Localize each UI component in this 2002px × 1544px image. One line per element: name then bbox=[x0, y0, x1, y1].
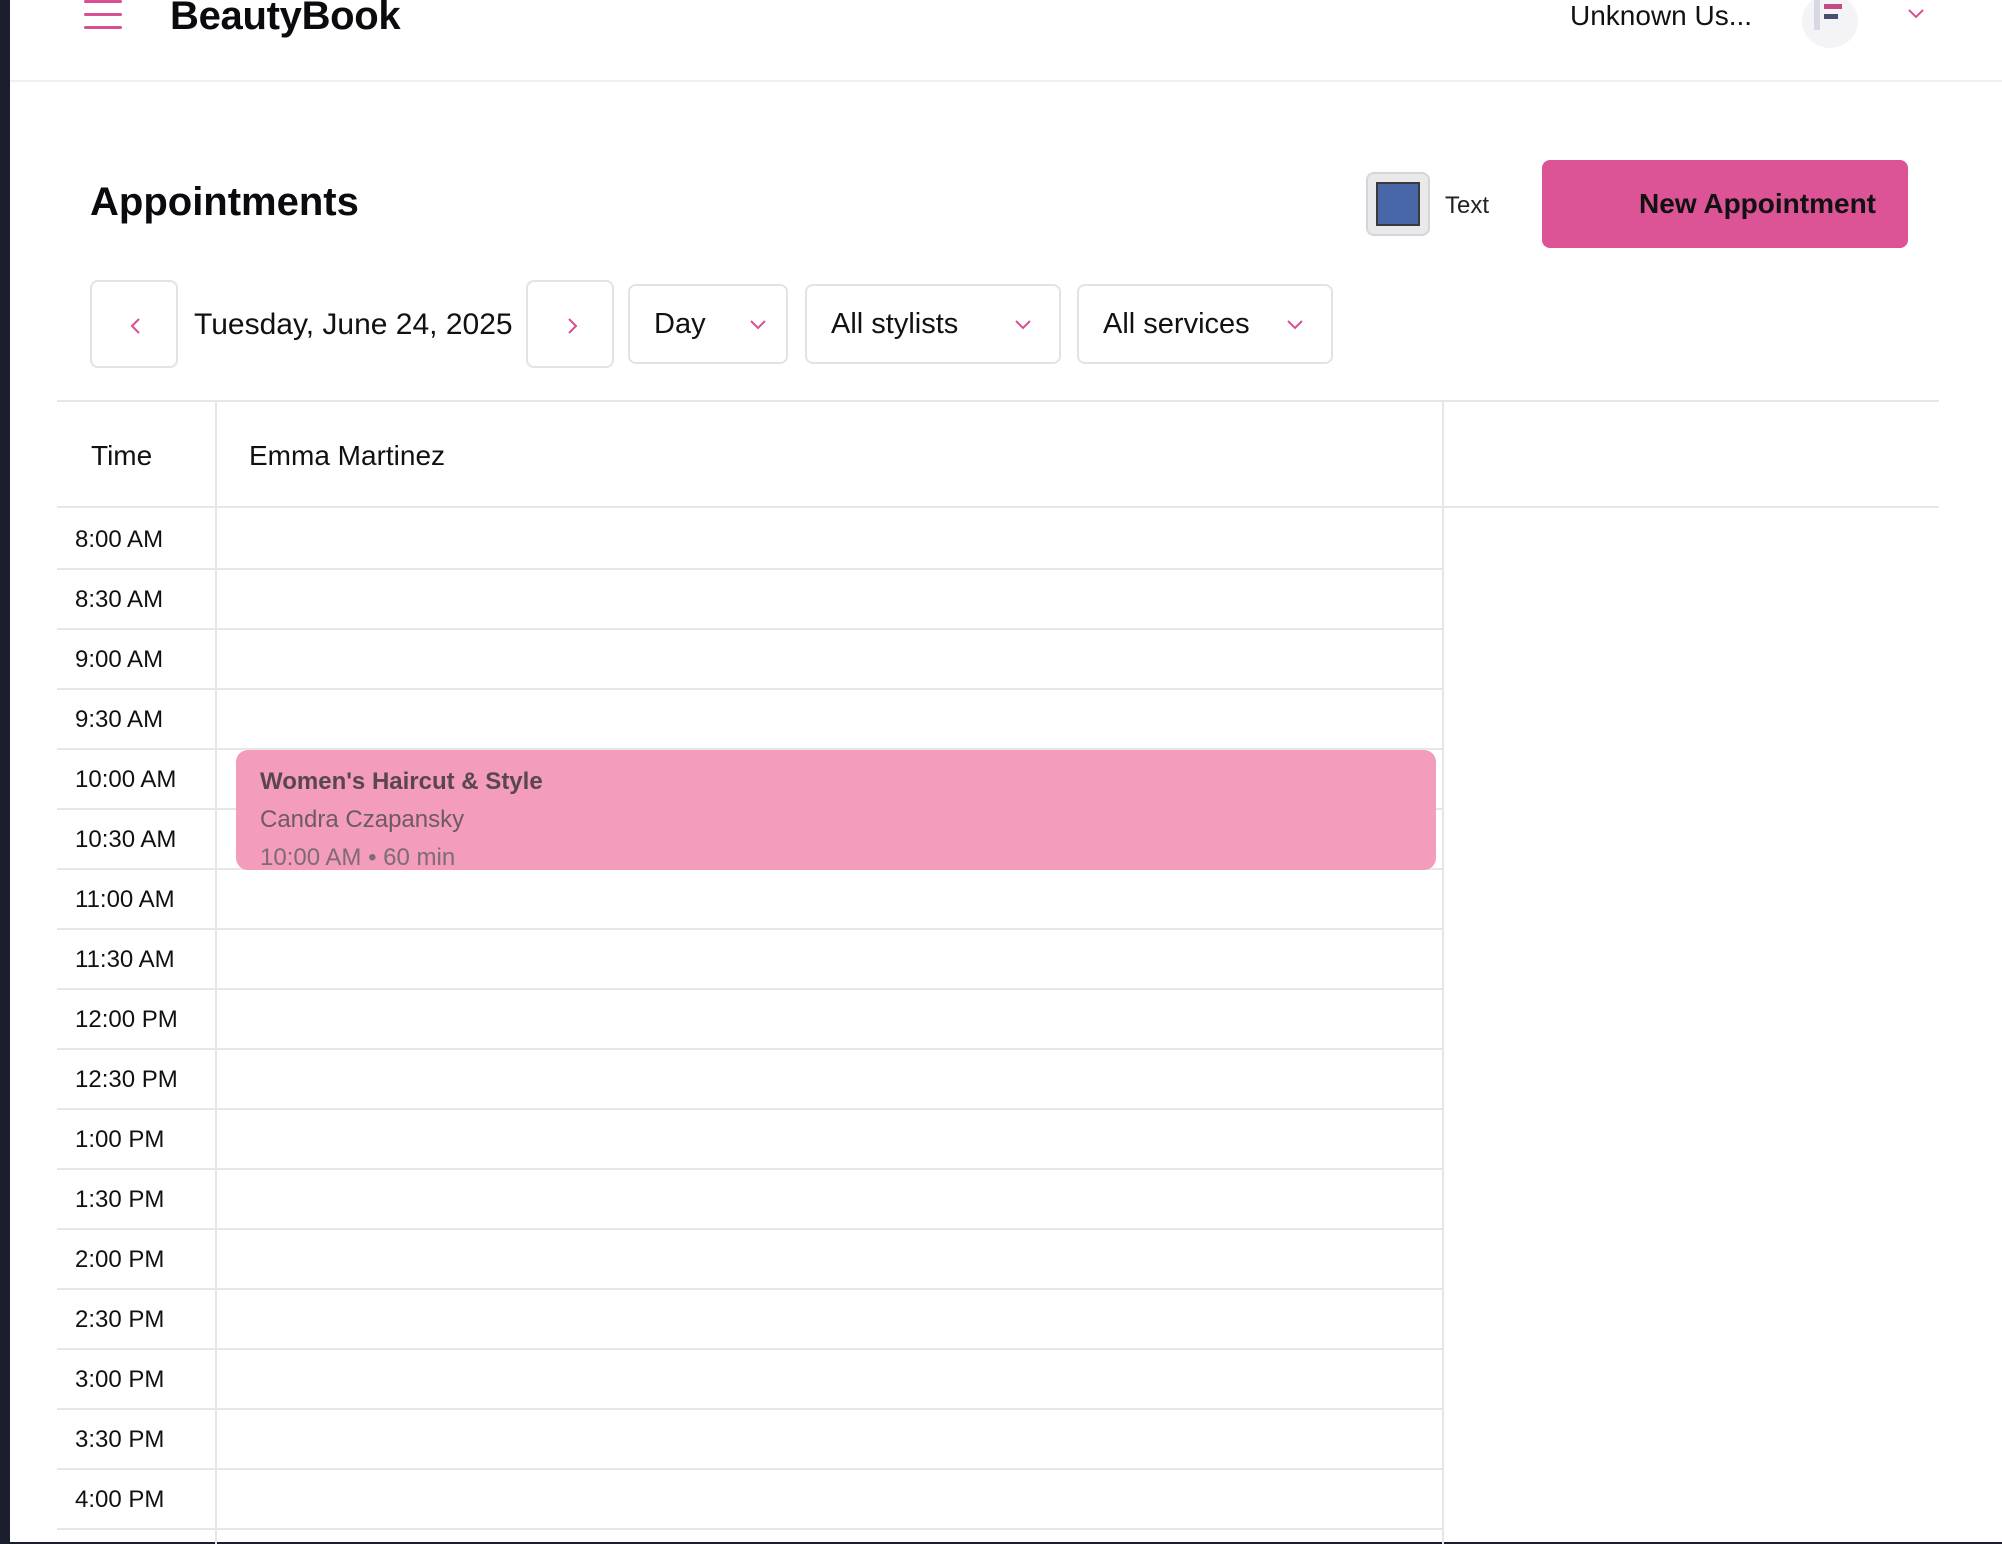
time-slot-cell[interactable] bbox=[217, 1350, 1442, 1408]
time-slot-label: 10:30 AM bbox=[75, 826, 177, 853]
time-slot-row: 8:00 AM bbox=[57, 510, 1444, 570]
time-slot-cell[interactable] bbox=[217, 510, 1442, 568]
view-select[interactable]: Day bbox=[628, 284, 788, 364]
time-slot-cell[interactable] bbox=[217, 1410, 1442, 1468]
time-slot-label: 8:00 AM bbox=[75, 526, 164, 553]
time-slot-label: 12:30 PM bbox=[75, 1066, 178, 1093]
time-slot-label: 9:00 AM bbox=[75, 646, 164, 673]
time-slot-label: 11:00 AM bbox=[75, 886, 175, 913]
time-slot-label: 3:00 PM bbox=[75, 1366, 165, 1393]
user-name[interactable]: Unknown Us... bbox=[1570, 0, 1752, 32]
view-select-value: Day bbox=[654, 308, 706, 340]
chevron-down-icon bbox=[750, 320, 766, 330]
time-slot-label: 10:00 AM bbox=[75, 766, 177, 793]
time-slot-cell[interactable] bbox=[217, 1050, 1442, 1108]
time-column-divider bbox=[215, 402, 217, 1544]
time-slot-row: 11:30 AM bbox=[57, 930, 1444, 990]
current-date: Tuesday, June 24, 2025 bbox=[194, 308, 513, 341]
time-slot-cell[interactable] bbox=[217, 570, 1442, 628]
chevron-down-icon[interactable] bbox=[1906, 4, 1926, 24]
brand-logo: BeautyBook bbox=[170, 0, 401, 38]
new-appointment-button[interactable]: New Appointment bbox=[1542, 160, 1908, 248]
time-slot-label: 1:00 PM bbox=[75, 1126, 165, 1153]
avatar[interactable] bbox=[1802, 0, 1858, 48]
services-select[interactable]: All services bbox=[1077, 284, 1333, 364]
calendar-header: Time Emma Martinez bbox=[57, 402, 1939, 508]
time-slot-cell[interactable] bbox=[217, 1110, 1442, 1168]
time-slot-label: 8:30 AM bbox=[75, 586, 164, 613]
time-slot-cell[interactable] bbox=[217, 630, 1442, 688]
appointment-card[interactable]: Women's Haircut & Style Candra Czapansky… bbox=[236, 750, 1436, 870]
app-page: BeautyBook Unknown Us... Appointments Te… bbox=[10, 0, 2002, 1544]
time-slot-row: 1:00 PM bbox=[57, 1110, 1444, 1170]
time-slot-row: 12:00 PM bbox=[57, 990, 1444, 1050]
appointment-client: Candra Czapansky bbox=[260, 806, 465, 833]
time-slot-label: 2:00 PM bbox=[75, 1246, 165, 1273]
time-slot-label: 11:30 AM bbox=[75, 946, 175, 973]
chevron-down-icon bbox=[1287, 320, 1303, 330]
appointment-service: Women's Haircut & Style bbox=[260, 768, 543, 795]
top-bar: BeautyBook Unknown Us... bbox=[10, 0, 2002, 82]
time-slot-row: 2:30 PM bbox=[57, 1290, 1444, 1350]
time-slot-row: 1:30 PM bbox=[57, 1170, 1444, 1230]
time-slot-label: 4:00 PM bbox=[75, 1486, 165, 1513]
color-swatch bbox=[1376, 182, 1420, 226]
time-slot-row: 9:30 AM bbox=[57, 690, 1444, 750]
time-slot-cell[interactable] bbox=[217, 1470, 1442, 1528]
calendar-grid: Time Emma Martinez 8:00 AM 8:30 AM 9:00 AM… bbox=[57, 400, 1939, 1544]
time-slot-row: 4:00 PM bbox=[57, 1470, 1444, 1530]
stylist-column-header: Emma Martinez bbox=[249, 440, 446, 471]
time-slot-row: 9:00 AM bbox=[57, 630, 1444, 690]
previous-day-button[interactable] bbox=[90, 280, 178, 368]
time-slot-row: 3:00 PM bbox=[57, 1350, 1444, 1410]
chevron-down-icon bbox=[1015, 320, 1031, 330]
time-slot-cell[interactable] bbox=[217, 990, 1442, 1048]
time-slot-row: 12:30 PM bbox=[57, 1050, 1444, 1110]
chevron-right-icon bbox=[568, 318, 578, 334]
time-slot-label: 1:30 PM bbox=[75, 1186, 165, 1213]
stylists-select-value: All stylists bbox=[831, 308, 959, 340]
appointment-time: 10:00 AM • 60 min bbox=[260, 844, 456, 870]
page-title: Appointments bbox=[90, 180, 359, 224]
stylist-column-divider bbox=[1442, 402, 1444, 1544]
time-slot-row: 2:00 PM bbox=[57, 1230, 1444, 1290]
chevron-left-icon bbox=[130, 318, 140, 334]
next-day-button[interactable] bbox=[526, 280, 614, 368]
time-slot-row: 8:30 AM bbox=[57, 570, 1444, 630]
menu-icon[interactable] bbox=[84, 0, 122, 34]
color-picker[interactable] bbox=[1366, 172, 1430, 236]
time-slot-label: 12:00 PM bbox=[75, 1006, 178, 1033]
time-slot-cell[interactable] bbox=[217, 930, 1442, 988]
time-slot-cell[interactable] bbox=[217, 1230, 1442, 1288]
color-picker-label: Text bbox=[1445, 192, 1490, 219]
time-slot-cell[interactable] bbox=[217, 1290, 1442, 1348]
time-slot-cell[interactable] bbox=[217, 870, 1442, 928]
time-slot-label: 2:30 PM bbox=[75, 1306, 165, 1333]
time-slot-label: 9:30 AM bbox=[75, 706, 164, 733]
time-slot-cell[interactable] bbox=[217, 1170, 1442, 1228]
time-slot-row: 3:30 PM bbox=[57, 1410, 1444, 1470]
services-select-value: All services bbox=[1103, 308, 1250, 340]
time-slot-row: 11:00 AM bbox=[57, 870, 1444, 930]
time-column-header: Time bbox=[91, 440, 153, 471]
time-slot-cell[interactable] bbox=[217, 690, 1442, 748]
time-slot-label: 3:30 PM bbox=[75, 1426, 165, 1453]
stylists-select[interactable]: All stylists bbox=[805, 284, 1061, 364]
